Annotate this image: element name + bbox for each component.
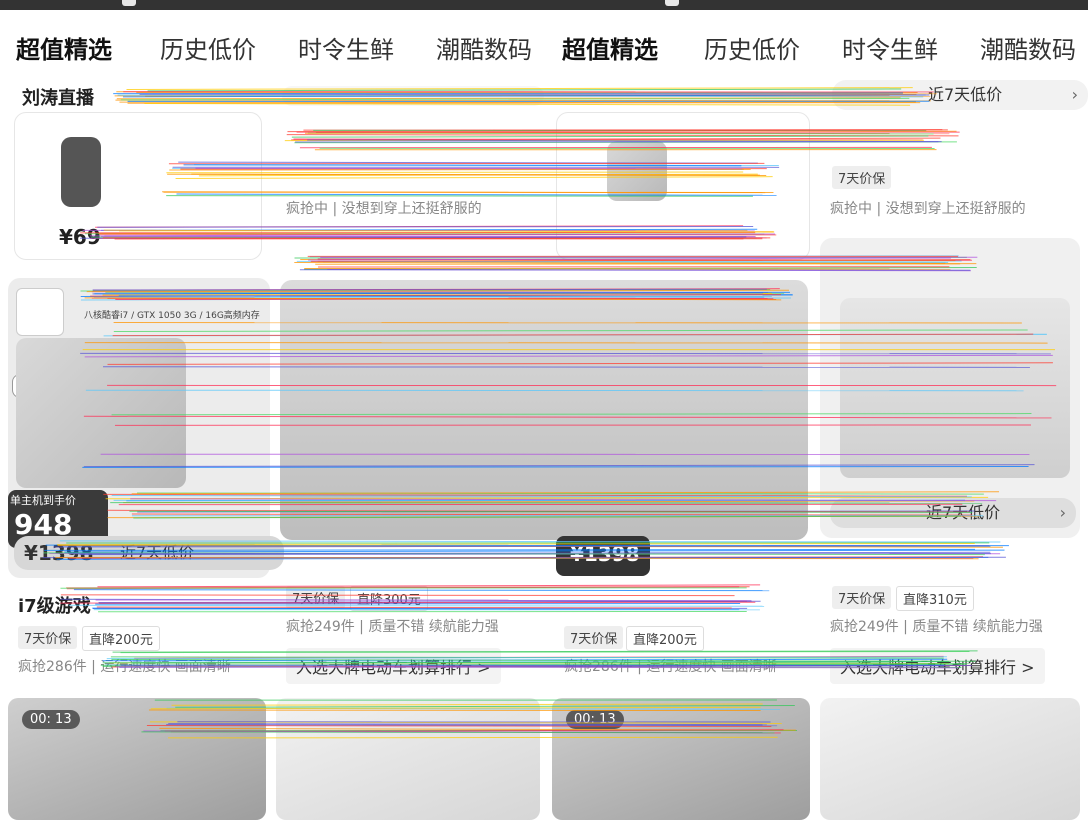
- tab-value-picks[interactable]: 超值精选: [16, 30, 112, 65]
- ebike-card-right[interactable]: 近7天低价 ›: [820, 238, 1080, 538]
- low-price-pill-right[interactable]: 近7天低价 ›: [830, 498, 1076, 528]
- chevron-right-icon-2: ›: [1059, 503, 1066, 522]
- tag-price-guarantee-rl: 7天价保: [564, 626, 624, 649]
- tag-price-guarantee-mid: 7天价保: [286, 586, 346, 609]
- sold-text-mid: 疯抢249件 | 质量不错 续航能力强: [286, 619, 499, 635]
- product-card-2[interactable]: [556, 112, 810, 260]
- match-line: [134, 655, 944, 659]
- tag-price-guarantee-left: 7天价保: [18, 626, 78, 649]
- match-line: [109, 662, 950, 664]
- guarantee-tag-top: 7天价保: [832, 166, 892, 189]
- tag-discount-left: 直降200元: [82, 626, 160, 651]
- price-pill-left[interactable]: ¥1398 近7天低价: [14, 536, 284, 570]
- match-line: [97, 584, 761, 588]
- tag-discount-rl: 直降200元: [626, 626, 704, 651]
- price-pill-value: ¥1398: [24, 541, 94, 565]
- tab-seasonal-fresh[interactable]: 时令生鲜: [298, 30, 394, 65]
- tissue-thumb-right[interactable]: [820, 698, 1080, 820]
- tag-discount-mid: 直降300元: [350, 586, 428, 611]
- match-line: [132, 660, 948, 663]
- ebike-image-middle[interactable]: [280, 280, 808, 540]
- category-tabs: 超值精选 历史低价 时令生鲜 潮酷数码 超值精选 历史低价 时令生鲜 潮酷数码: [0, 30, 1088, 70]
- video-thumb-left[interactable]: 00: 13: [8, 698, 266, 820]
- price-box-middle: ¥1398: [556, 536, 650, 576]
- middle-top-sold-text: 疯抢中 | 没想到穿上还挺舒服的: [286, 201, 482, 217]
- status-mark-right: [665, 0, 679, 6]
- promo-subtitle: 单主机到手价: [10, 494, 76, 507]
- sold-text-left: 疯抢286件 | 运行速度快 画面清晰: [18, 659, 231, 675]
- tab-history-low[interactable]: 历史低价: [160, 30, 256, 65]
- product-card-1[interactable]: ¥69: [14, 112, 262, 260]
- tag-price-guarantee-right: 7天价保: [832, 586, 892, 609]
- tissue-thumb-left[interactable]: [276, 698, 540, 820]
- tab-value-picks-2[interactable]: 超值精选: [562, 30, 658, 65]
- low-price-pill-label: 近7天低价: [928, 85, 1003, 104]
- ebike-image-right: [840, 298, 1070, 478]
- tab-seasonal-fresh-2[interactable]: 时令生鲜: [842, 30, 938, 65]
- match-line: [110, 656, 944, 659]
- video-time-left: 00: 13: [22, 710, 80, 729]
- match-line: [119, 665, 945, 668]
- sold-text-rl: 疯抢286件 | 运行速度快 画面清晰: [564, 659, 777, 675]
- low-price-pill-top[interactable]: 近7天低价 ›: [832, 80, 1088, 110]
- price-pill-tag: 近7天低价: [120, 543, 195, 562]
- match-line: [106, 656, 947, 660]
- live-title[interactable]: 刘涛直播: [22, 84, 94, 110]
- product-1-price: ¥69: [59, 225, 101, 249]
- video-thumb-right[interactable]: 00: 13: [552, 698, 810, 820]
- laptop-spec-tag: 八核酷睿i7 / GTX 1050 3G / 16G高频内存: [84, 311, 260, 321]
- match-line: [130, 661, 949, 664]
- tab-history-low-2[interactable]: 历史低价: [704, 30, 800, 65]
- brand-logo-icon: [16, 288, 64, 336]
- product-title-left[interactable]: i7级游戏: [18, 592, 91, 618]
- video-time-right: 00: 13: [566, 710, 624, 729]
- promo-card-laptop[interactable]: 八核酷睿i7 / GTX 1050 3G / 16G高频内存 送 单主机到手价 …: [8, 278, 284, 578]
- product-bottle-image: [61, 137, 101, 207]
- tab-digital[interactable]: 潮酷数码: [436, 30, 532, 65]
- laptop-person-image: [16, 338, 186, 488]
- match-line: [98, 600, 761, 604]
- tag-discount-right: 直降310元: [896, 586, 974, 611]
- top-status-bar: [0, 0, 1088, 10]
- middle-header-strip: [282, 86, 544, 106]
- status-mark-left: [122, 0, 136, 6]
- rank-link-right[interactable]: 入选大牌电动车划算排行 >: [830, 648, 1045, 684]
- low-price-pill-2-label: 近7天低价: [926, 503, 1001, 522]
- product-2-image: [607, 141, 667, 201]
- price-middle-value: ¥1398: [570, 542, 640, 566]
- sold-text-right: 疯抢249件 | 质量不错 续航能力强: [830, 619, 1043, 635]
- tab-digital-2[interactable]: 潮酷数码: [980, 30, 1076, 65]
- right-top-sold-text: 疯抢中 | 没想到穿上还挺舒服的: [830, 201, 1026, 217]
- rank-link-mid[interactable]: 入选大牌电动车划算排行 >: [286, 648, 501, 684]
- chevron-right-icon: ›: [1071, 85, 1078, 104]
